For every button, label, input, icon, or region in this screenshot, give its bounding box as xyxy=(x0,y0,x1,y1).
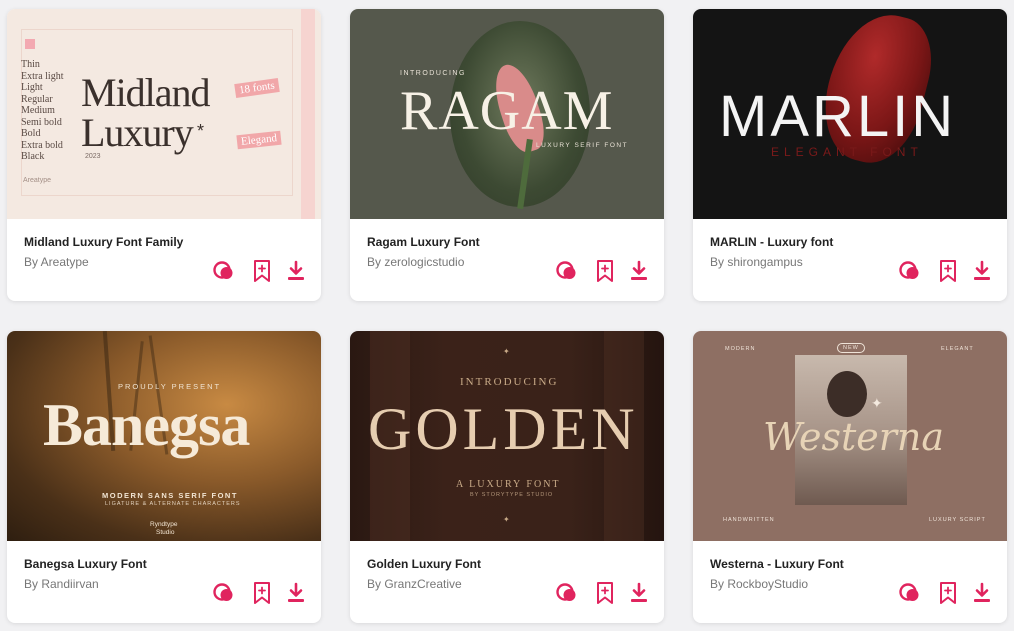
font-author[interactable]: By RockboyStudio xyxy=(710,577,808,591)
download-icon[interactable] xyxy=(284,581,308,605)
preview-kicker: INTRODUCING xyxy=(400,70,466,77)
corner-label: HANDWRITTEN xyxy=(723,517,775,523)
font-preview-image[interactable]: PROUDLY PRESENT Banegsa MODERN SANS SERI… xyxy=(7,331,321,541)
preview-kicker: PROUDLY PRESENT xyxy=(118,382,222,391)
bookmark-plus-icon[interactable] xyxy=(250,581,274,605)
font-card[interactable]: PROUDLY PRESENT Banegsa MODERN SANS SERI… xyxy=(7,331,321,623)
corner-label: ELEGANT xyxy=(941,346,974,352)
preview-sub: BY STORYTYPE STUDIO xyxy=(470,492,554,498)
corner-label: LUXURY SCRIPT xyxy=(929,517,986,523)
preview-strip xyxy=(301,9,315,219)
preview-sub: ELEGANT FONT xyxy=(771,145,923,159)
font-title[interactable]: Midland Luxury Font Family xyxy=(24,235,183,249)
card-actions xyxy=(212,259,312,283)
corner-label: MODERN xyxy=(725,346,756,352)
sparkle-icon: ✦ xyxy=(503,515,510,524)
bookmark-plus-icon[interactable] xyxy=(593,581,617,605)
preview-sub: LIGATURE & ALTERNATE CHARACTERS xyxy=(105,501,241,507)
font-preview-image[interactable]: MODERN NEW ELEGANT ✦ Westerna HANDWRITTE… xyxy=(693,331,1007,541)
sparkle-icon: ✦ xyxy=(871,395,883,411)
preview-sub: LUXURY SERIF FONT xyxy=(536,142,629,149)
weight-label: Black xyxy=(21,151,45,162)
download-icon[interactable] xyxy=(284,259,308,283)
sparkle-icon: ✦ xyxy=(503,347,510,356)
font-title[interactable]: Golden Luxury Font xyxy=(367,557,481,571)
font-preview-image[interactable]: MARLIN ELEGANT FONT xyxy=(693,9,1007,219)
font-match-icon[interactable] xyxy=(555,581,579,605)
font-match-icon[interactable] xyxy=(898,581,922,605)
font-preview-image[interactable]: INTRODUCING RAGAM LUXURY SERIF FONT xyxy=(350,9,664,219)
font-title[interactable]: Ragam Luxury Font xyxy=(367,235,480,249)
font-author[interactable]: By shirongampus xyxy=(710,255,803,269)
font-card[interactable]: Thin Extra light Light Regular Medium Se… xyxy=(7,9,321,301)
font-preview-image[interactable]: Thin Extra light Light Regular Medium Se… xyxy=(7,9,321,219)
preview-headline: GOLDEN xyxy=(368,396,639,462)
bookmark-plus-icon[interactable] xyxy=(936,259,960,283)
card-actions xyxy=(555,259,655,283)
preview-kicker: INTRODUCING xyxy=(460,376,559,388)
font-card[interactable]: MARLIN ELEGANT FONT MARLIN - Luxury font… xyxy=(693,9,1007,301)
font-match-icon[interactable] xyxy=(212,259,236,283)
weight-label: Extra bold xyxy=(21,139,63,151)
download-icon[interactable] xyxy=(627,581,651,605)
preview-year: 2023 xyxy=(85,153,101,160)
font-author[interactable]: By zerologicstudio xyxy=(367,255,464,269)
weight-label: Semi bold xyxy=(21,116,62,128)
font-author[interactable]: By GranzCreative xyxy=(367,577,462,591)
font-title[interactable]: Banegsa Luxury Font xyxy=(24,557,147,571)
card-actions xyxy=(555,581,655,605)
bookmark-plus-icon[interactable] xyxy=(250,259,274,283)
preview-brand: Ryndtype xyxy=(150,521,178,528)
font-title[interactable]: Westerna - Luxury Font xyxy=(710,557,844,571)
font-title[interactable]: MARLIN - Luxury font xyxy=(710,235,833,249)
model-head xyxy=(827,371,867,417)
preview-headline: Banegsa xyxy=(43,392,250,458)
preview-brand: Studio xyxy=(156,529,175,536)
preview-headline: MARLIN xyxy=(719,84,957,149)
preview-sub: MODERN SANS SERIF FONT xyxy=(102,491,238,500)
font-card[interactable]: MODERN NEW ELEGANT ✦ Westerna HANDWRITTE… xyxy=(693,331,1007,623)
weight-label: Bold xyxy=(21,128,41,139)
card-actions xyxy=(898,581,998,605)
weight-label: Medium xyxy=(21,105,55,116)
download-icon[interactable] xyxy=(627,259,651,283)
preview-headline: RAGAM xyxy=(400,80,614,142)
new-badge: NEW xyxy=(837,343,865,353)
preview-headline: Westerna xyxy=(763,415,945,459)
font-card[interactable]: INTRODUCING RAGAM LUXURY SERIF FONT Raga… xyxy=(350,9,664,301)
bookmark-plus-icon[interactable] xyxy=(593,259,617,283)
preview-brand: Areatype xyxy=(23,177,52,184)
font-card[interactable]: ✦ INTRODUCING GOLDEN A LUXURY FONT BY ST… xyxy=(350,331,664,623)
preview-headline: Luxury xyxy=(81,110,194,155)
font-author[interactable]: By Areatype xyxy=(24,255,89,269)
asterisk-mark: * xyxy=(197,121,205,141)
font-match-icon[interactable] xyxy=(212,581,236,605)
font-match-icon[interactable] xyxy=(555,259,579,283)
download-icon[interactable] xyxy=(970,259,994,283)
preview-sub: A LUXURY FONT xyxy=(456,479,561,490)
font-author[interactable]: By Randiirvan xyxy=(24,577,99,591)
font-preview-image[interactable]: ✦ INTRODUCING GOLDEN A LUXURY FONT BY ST… xyxy=(350,331,664,541)
weight-label: Regular xyxy=(21,93,53,105)
font-match-icon[interactable] xyxy=(898,259,922,283)
weight-label: Thin xyxy=(21,59,40,70)
bookmark-plus-icon[interactable] xyxy=(936,581,960,605)
download-icon[interactable] xyxy=(970,581,994,605)
card-actions xyxy=(212,581,312,605)
card-actions xyxy=(898,259,998,283)
weight-label: Light xyxy=(21,82,43,93)
weight-label: Extra light xyxy=(21,70,64,82)
